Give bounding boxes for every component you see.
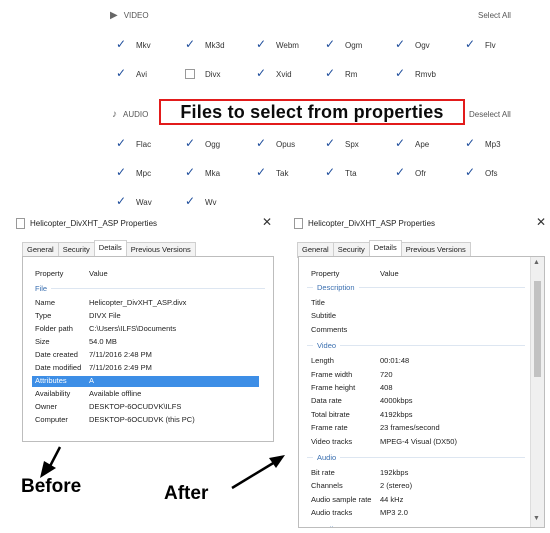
annotation-arrows <box>40 446 285 490</box>
after-arrow-line <box>231 460 276 490</box>
before-caption: Before <box>21 476 82 497</box>
after-arrow-head <box>269 455 285 468</box>
after-caption: After <box>164 483 209 504</box>
